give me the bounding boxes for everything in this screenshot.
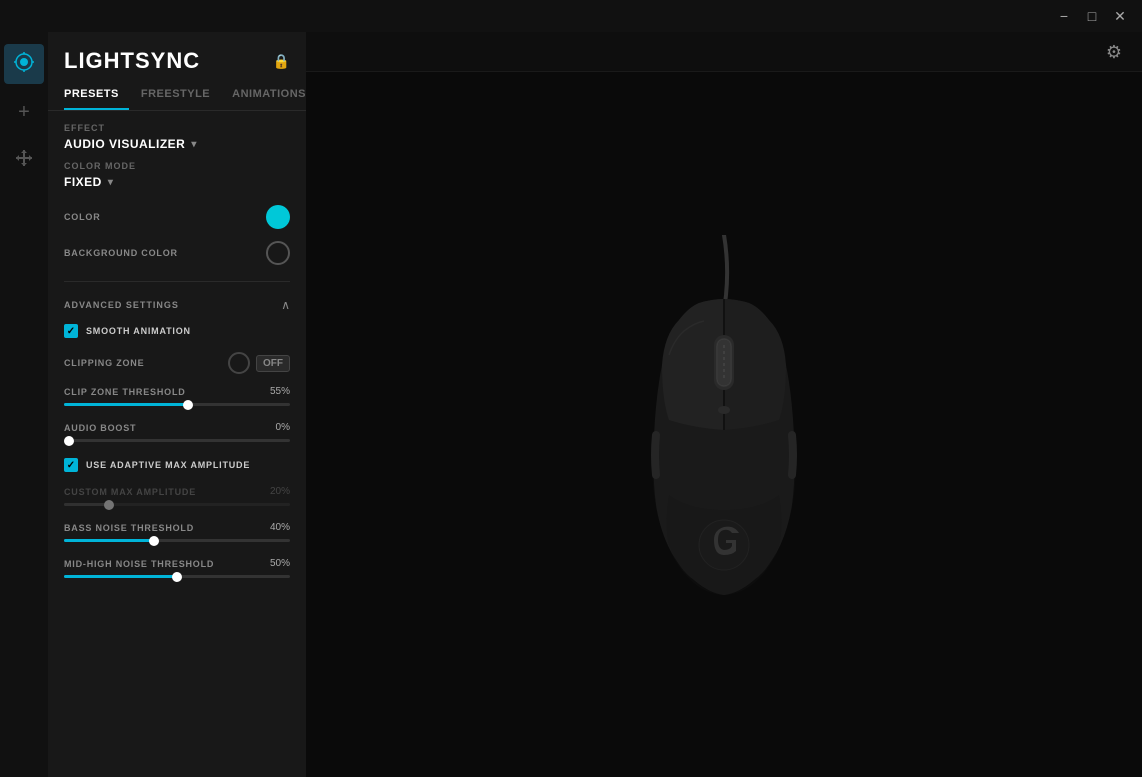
audio-boost-header: AUDIO BOOST 0%: [64, 422, 290, 433]
audio-boost-thumb[interactable]: [64, 436, 74, 446]
use-adaptive-checkbox[interactable]: ✓: [64, 458, 78, 472]
move-icon: [14, 148, 34, 173]
mid-high-noise-threshold-value: 50%: [270, 558, 290, 569]
mid-high-noise-threshold-track[interactable]: [64, 575, 290, 578]
clip-zone-threshold-label: CLIP ZONE THRESHOLD: [64, 387, 186, 397]
color-picker[interactable]: [266, 205, 290, 229]
minimize-button[interactable]: −: [1050, 2, 1078, 30]
color-mode-arrow: ▾: [108, 177, 114, 188]
bass-noise-threshold-value: 40%: [270, 522, 290, 533]
color-mode-label: COLOR MODE: [64, 161, 290, 171]
effect-label: EFFECT: [64, 123, 290, 133]
clipping-off-badge[interactable]: OFF: [256, 355, 290, 372]
background-color-label: BACKGROUND COLOR: [64, 248, 178, 258]
tab-animations[interactable]: ANIMATIONS: [232, 82, 306, 110]
smooth-animation-checkbox[interactable]: ✓: [64, 324, 78, 338]
clipping-zone-label: CLIPPING ZONE: [64, 358, 144, 368]
bass-noise-threshold-header: BASS NOISE THRESHOLD 40%: [64, 522, 290, 533]
mouse-svg: [614, 235, 834, 615]
sidebar-item-add[interactable]: +: [4, 92, 44, 132]
color-mode-value: FIXED: [64, 175, 102, 189]
clipping-zone-row: CLIPPING ZONE OFF: [48, 348, 306, 378]
audio-boost-value: 0%: [276, 422, 290, 433]
clipping-controls: OFF: [228, 352, 290, 374]
use-adaptive-row: ✓ USE ADAPTIVE MAX AMPLITUDE: [48, 454, 306, 476]
title-bar: − □ ✕: [0, 0, 1142, 32]
clipping-toggle-circle[interactable]: [228, 352, 250, 374]
clip-zone-threshold-thumb[interactable]: [183, 400, 193, 410]
advanced-settings-header[interactable]: ADVANCED SETTINGS ∧: [48, 290, 306, 320]
clip-zone-threshold-fill: [64, 403, 188, 406]
custom-max-amplitude-section: CUSTOM MAX AMPLITUDE 20%: [48, 482, 306, 510]
mid-high-noise-threshold-label: MID-HIGH NOISE THRESHOLD: [64, 559, 214, 569]
bass-noise-threshold-section: BASS NOISE THRESHOLD 40%: [48, 518, 306, 546]
bass-noise-threshold-fill: [64, 539, 154, 542]
maximize-button[interactable]: □: [1078, 2, 1106, 30]
color-section: COLOR BACKGROUND COLOR: [48, 199, 306, 271]
smooth-animation-label: SMOOTH ANIMATION: [86, 326, 191, 336]
checkbox-check-icon: ✓: [67, 326, 75, 337]
panel: LIGHTSYNC 🔒 PRESETS FREESTYLE ANIMATIONS…: [48, 32, 306, 777]
custom-max-amplitude-track: [64, 503, 290, 506]
bass-noise-threshold-track[interactable]: [64, 539, 290, 542]
tabs: PRESETS FREESTYLE ANIMATIONS: [48, 82, 306, 111]
color-mode-section: COLOR MODE FIXED ▾: [48, 161, 306, 189]
effect-dropdown-arrow: ▾: [191, 139, 197, 150]
close-button[interactable]: ✕: [1106, 2, 1134, 30]
bass-noise-threshold-label: BASS NOISE THRESHOLD: [64, 523, 194, 533]
add-icon: +: [18, 101, 30, 124]
background-color-row: BACKGROUND COLOR: [64, 235, 290, 271]
audio-boost-section: AUDIO BOOST 0%: [48, 418, 306, 446]
mid-high-noise-threshold-thumb[interactable]: [172, 572, 182, 582]
sidebar-item-lightsync[interactable]: [4, 44, 44, 84]
audio-boost-track[interactable]: [64, 439, 290, 442]
panel-title: LIGHTSYNC: [64, 48, 200, 74]
custom-max-amplitude-label: CUSTOM MAX AMPLITUDE: [64, 487, 196, 497]
mid-high-noise-threshold-header: MID-HIGH NOISE THRESHOLD 50%: [64, 558, 290, 569]
mid-high-noise-threshold-section: MID-HIGH NOISE THRESHOLD 50%: [48, 554, 306, 582]
icon-sidebar: +: [0, 32, 48, 777]
clip-zone-threshold-header: CLIP ZONE THRESHOLD 55%: [64, 386, 290, 397]
adaptive-checkbox-check-icon: ✓: [67, 460, 75, 471]
mid-high-noise-threshold-fill: [64, 575, 177, 578]
advanced-settings-title: ADVANCED SETTINGS: [64, 300, 179, 310]
color-mode-dropdown[interactable]: FIXED ▾: [64, 175, 290, 189]
audio-boost-label: AUDIO BOOST: [64, 423, 136, 433]
smooth-animation-row: ✓ SMOOTH ANIMATION: [48, 320, 306, 342]
use-adaptive-label: USE ADAPTIVE MAX AMPLITUDE: [86, 460, 250, 470]
main-area: [306, 72, 1142, 777]
effect-value: AUDIO VISUALIZER: [64, 137, 185, 151]
effect-dropdown[interactable]: AUDIO VISUALIZER ▾: [64, 137, 290, 151]
lightsync-icon: [14, 52, 34, 77]
sidebar-item-move[interactable]: [4, 140, 44, 180]
divider-1: [64, 281, 290, 282]
custom-max-amplitude-value: 20%: [270, 486, 290, 497]
custom-max-amplitude-thumb: [104, 500, 114, 510]
color-row-label: COLOR: [64, 212, 101, 222]
custom-max-amplitude-header: CUSTOM MAX AMPLITUDE 20%: [64, 486, 290, 497]
panel-header: LIGHTSYNC 🔒: [48, 32, 306, 82]
lock-icon: 🔒: [273, 53, 290, 70]
advanced-settings-chevron: ∧: [281, 298, 290, 312]
color-row: COLOR: [64, 199, 290, 235]
tab-presets[interactable]: PRESETS: [64, 82, 129, 110]
custom-max-amplitude-fill: [64, 503, 109, 506]
effect-section: EFFECT AUDIO VISUALIZER ▾: [48, 123, 306, 151]
mouse-illustration: [574, 200, 874, 650]
clip-zone-threshold-track[interactable]: [64, 403, 290, 406]
clip-zone-threshold-section: CLIP ZONE THRESHOLD 55%: [48, 382, 306, 410]
gear-button[interactable]: ⚙: [1094, 32, 1134, 72]
clip-zone-threshold-value: 55%: [270, 386, 290, 397]
tab-freestyle[interactable]: FREESTYLE: [141, 82, 220, 110]
background-color-picker[interactable]: [266, 241, 290, 265]
bass-noise-threshold-thumb[interactable]: [149, 536, 159, 546]
